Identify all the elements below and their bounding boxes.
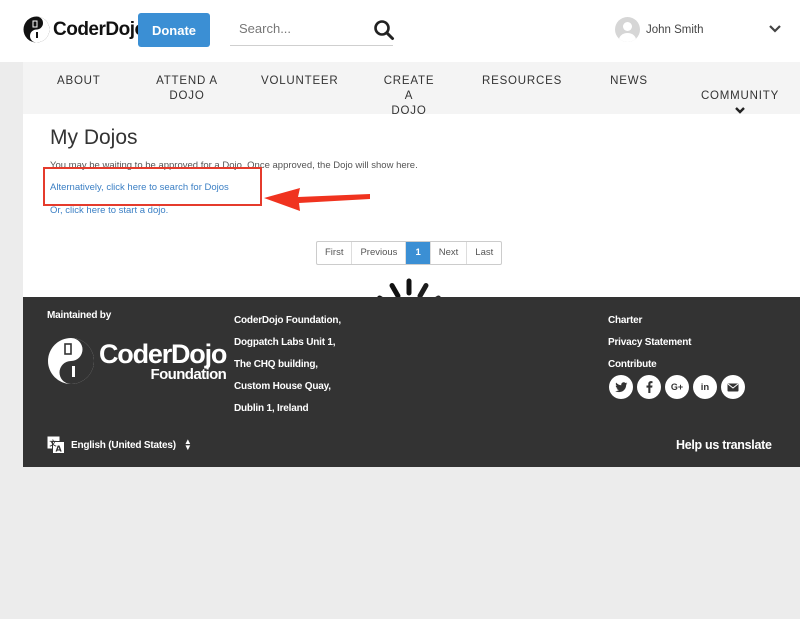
- coderdojo-logo-icon: [23, 16, 50, 43]
- avatar: [615, 17, 640, 42]
- footer-links: Charter Privacy Statement Contribute: [608, 310, 692, 376]
- top-bar: CoderDojo Donate John Smith: [0, 0, 800, 62]
- address-line: Dublin 1, Ireland: [234, 403, 309, 414]
- search-box: [230, 14, 395, 46]
- foundation-address: CoderDojo Foundation, Dogpatch Labs Unit…: [234, 310, 341, 420]
- annotation-arrow-icon: [264, 188, 370, 211]
- logo-text: CoderDojo: [53, 18, 146, 40]
- user-name: John Smith: [646, 23, 704, 36]
- site-footer: Maintained by CoderDojo Foundation Coder…: [23, 297, 800, 467]
- search-dojos-link[interactable]: Alternatively, click here to search for …: [50, 182, 229, 193]
- nav-item-volunteer[interactable]: VOLUNTEER: [261, 74, 338, 89]
- address-line: CoderDojo Foundation,: [234, 315, 341, 326]
- footer-logo-text: CoderDojo: [99, 338, 227, 369]
- svg-text:A: A: [56, 445, 63, 454]
- contribute-link[interactable]: Contribute: [608, 354, 691, 376]
- google-plus-icon[interactable]: G+: [665, 375, 689, 399]
- charter-link[interactable]: Charter: [608, 310, 691, 332]
- pagination: First Previous 1 Next Last: [316, 241, 503, 265]
- main-nav: ABOUT ATTEND A DOJO VOLUNTEER CREATE A D…: [23, 62, 800, 117]
- twitter-icon[interactable]: [609, 375, 633, 399]
- privacy-statement-link[interactable]: Privacy Statement: [608, 332, 692, 354]
- start-dojo-link[interactable]: Or, click here to start a dojo.: [50, 205, 168, 216]
- email-icon[interactable]: [721, 375, 745, 399]
- coderdojo-logo[interactable]: CoderDojo: [23, 16, 146, 43]
- address-line: Dogpatch Labs Unit 1,: [234, 337, 336, 348]
- coderdojo-foundation-logo[interactable]: CoderDojo Foundation: [47, 337, 227, 385]
- nav-item-community-label: COMMUNITY: [700, 90, 780, 102]
- nav-item-resources[interactable]: RESOURCES: [482, 74, 561, 89]
- sort-caret-icon: ▲ ▼: [183, 437, 192, 452]
- search-input[interactable]: [239, 21, 359, 36]
- pagination-last[interactable]: Last: [467, 242, 501, 264]
- address-line: Custom House Quay,: [234, 381, 331, 392]
- main-content: My Dojos You may be waiting to be approv…: [23, 114, 800, 297]
- nav-item-about[interactable]: ABOUT: [57, 74, 100, 89]
- footer-logo-subtext: Foundation: [150, 365, 227, 383]
- chevron-down-icon[interactable]: [768, 24, 782, 34]
- facebook-icon[interactable]: [637, 375, 661, 399]
- pagination-page-1[interactable]: 1: [406, 242, 431, 264]
- user-menu[interactable]: John Smith: [615, 17, 704, 42]
- translate-icon: 文 A: [47, 436, 65, 454]
- search-icon[interactable]: [373, 19, 395, 41]
- page-title: My Dojos: [50, 126, 138, 149]
- nav-item-create-a-dojo[interactable]: CREATE A DOJO: [378, 74, 440, 119]
- pagination-first[interactable]: First: [317, 242, 353, 264]
- nav-item-attend-a-dojo[interactable]: ATTEND A DOJO: [156, 74, 218, 104]
- language-label: English (United States): [71, 439, 176, 451]
- coderdojo-foundation-logo-icon: [48, 338, 94, 384]
- nav-item-news[interactable]: NEWS: [610, 74, 648, 89]
- address-line: The CHQ building,: [234, 359, 318, 370]
- linkedin-icon[interactable]: in: [693, 375, 717, 399]
- help-translate-link[interactable]: Help us translate: [676, 438, 772, 452]
- social-links: G+ in: [609, 375, 745, 399]
- pagination-next[interactable]: Next: [431, 242, 468, 264]
- maintained-by-label: Maintained by: [47, 310, 112, 321]
- pagination-previous[interactable]: Previous: [352, 242, 407, 264]
- donate-button[interactable]: Donate: [138, 13, 210, 47]
- language-selector[interactable]: 文 A English (United States) ▲ ▼: [47, 436, 192, 454]
